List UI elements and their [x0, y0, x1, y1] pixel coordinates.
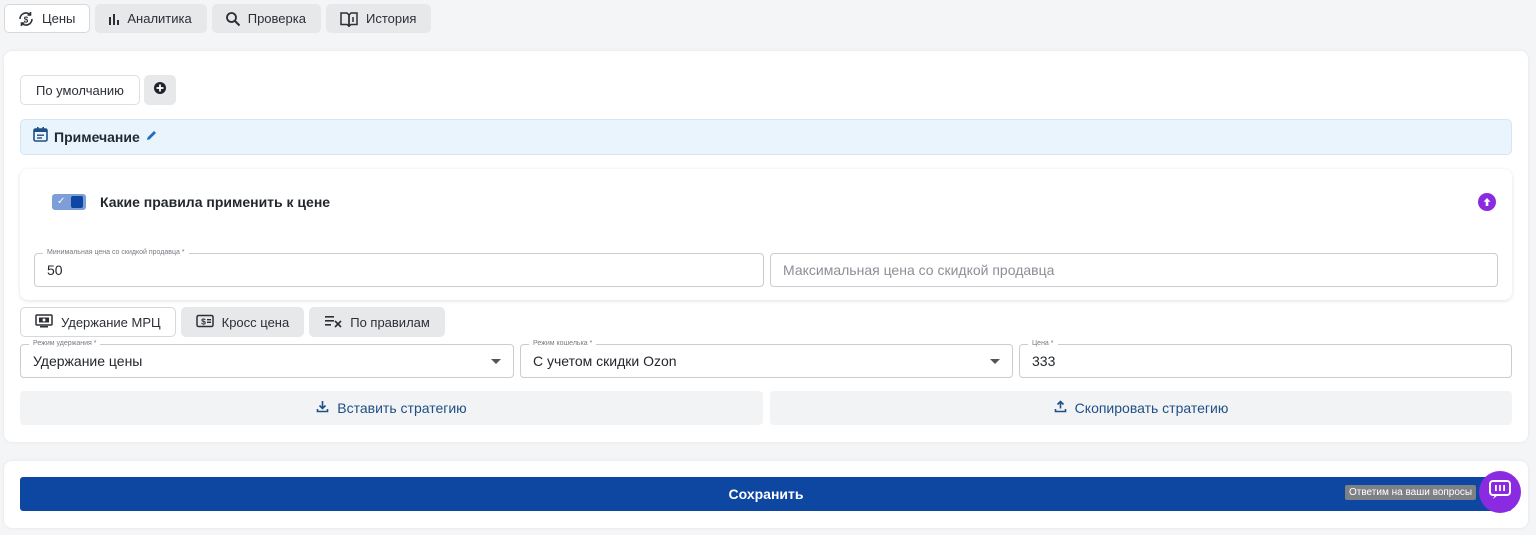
help-chat-button[interactable]: [1479, 471, 1521, 513]
tab-history[interactable]: История: [325, 4, 432, 33]
max-price-input[interactable]: Максимальная цена со скидкой продавца: [770, 253, 1498, 287]
cash-icon: $: [195, 314, 214, 331]
hold-mode-value: Удержание цены: [33, 353, 143, 369]
tab-label: Проверка: [247, 11, 306, 26]
price-label: Цена *: [1028, 339, 1058, 349]
chevron-down-icon: [491, 359, 501, 364]
wallet-mode-label: Режим кошелька *: [529, 339, 597, 349]
mode-tabs: Удержание МРЦ $ Кросс цена По правилам: [20, 307, 445, 337]
arrow-up-circle-icon[interactable]: [1478, 193, 1496, 211]
calendar-icon: [33, 127, 48, 147]
max-price-placeholder: Максимальная цена со скидкой продавца: [783, 262, 1055, 278]
help-tooltip: Ответим на ваши вопросы: [1345, 485, 1477, 500]
add-profile-button[interactable]: [143, 75, 176, 105]
search-icon: [225, 11, 241, 27]
pencil-icon[interactable]: [146, 128, 157, 146]
tab-check[interactable]: Проверка: [211, 4, 321, 33]
price-value: 333: [1032, 353, 1056, 369]
chat-icon: [1488, 479, 1512, 506]
paste-strategy-label: Вставить стратегию: [337, 400, 467, 416]
tab-label: Цены: [42, 11, 76, 26]
check-icon: ✓: [57, 196, 66, 207]
note-title: Примечание: [54, 129, 140, 145]
wallet-mode-value: С учетом скидки Ozon: [533, 353, 677, 369]
rules-toggle[interactable]: ✓: [52, 194, 86, 210]
mode-tab-label: Кросс цена: [221, 314, 290, 330]
svg-text:$: $: [24, 15, 29, 24]
chevron-down-icon: [990, 359, 1000, 364]
hold-mode-select[interactable]: Режим удержания * Удержание цены: [20, 339, 514, 378]
tab-analytics[interactable]: Аналитика: [95, 4, 207, 33]
tab-label: Аналитика: [127, 11, 192, 26]
plus-circle-icon: [153, 81, 166, 99]
download-icon: [316, 400, 329, 416]
copy-strategy-label: Скопировать стратегию: [1074, 400, 1229, 416]
tab-cross-price[interactable]: $ Кросс цена: [180, 307, 305, 337]
paste-strategy-button[interactable]: Вставить стратегию: [20, 391, 763, 425]
main-tabs: $ Цены Аналитика Проверка История: [4, 4, 432, 33]
tab-mrc-hold[interactable]: Удержание МРЦ: [20, 307, 176, 337]
rules-panel: ✓ Какие правила применить к цене Минимал…: [20, 169, 1512, 300]
bar-chart-icon: [108, 13, 120, 25]
min-price-input[interactable]: Минимальная цена со скидкой продавца * 5…: [34, 248, 764, 287]
toggle-knob: [71, 196, 83, 208]
book-icon: [339, 11, 359, 27]
price-input[interactable]: Цена * 333: [1019, 339, 1512, 378]
save-button[interactable]: Сохранить: [20, 477, 1512, 511]
profile-default-button[interactable]: По умолчанию: [20, 75, 140, 105]
mode-tab-label: Удержание МРЦ: [61, 314, 161, 330]
wallet-mode-select[interactable]: Режим кошелька * С учетом скидки Ozon: [520, 339, 1013, 378]
upload-icon: [1054, 400, 1067, 416]
min-price-value: 50: [47, 262, 63, 278]
strategy-card: По умолчанию Примечание ✓ Какие правила …: [4, 51, 1528, 442]
price-sync-icon: $: [17, 10, 35, 28]
screen-money-icon: [35, 313, 53, 331]
note-bar[interactable]: Примечание: [20, 119, 1512, 155]
tab-prices[interactable]: $ Цены: [4, 4, 91, 33]
min-price-label: Минимальная цена со скидкой продавца *: [43, 248, 189, 258]
hold-mode-label: Режим удержания *: [29, 339, 101, 349]
profile-row: По умолчанию: [20, 75, 176, 105]
list-rules-icon: [324, 314, 342, 331]
mode-tab-label: По правилам: [350, 314, 430, 330]
tab-by-rules[interactable]: По правилам: [309, 307, 445, 337]
copy-strategy-button[interactable]: Скопировать стратегию: [770, 391, 1512, 425]
rules-title: Какие правила применить к цене: [100, 194, 331, 210]
save-card: Сохранить: [4, 461, 1528, 528]
tab-label: История: [365, 11, 417, 26]
svg-text:$: $: [201, 316, 206, 326]
